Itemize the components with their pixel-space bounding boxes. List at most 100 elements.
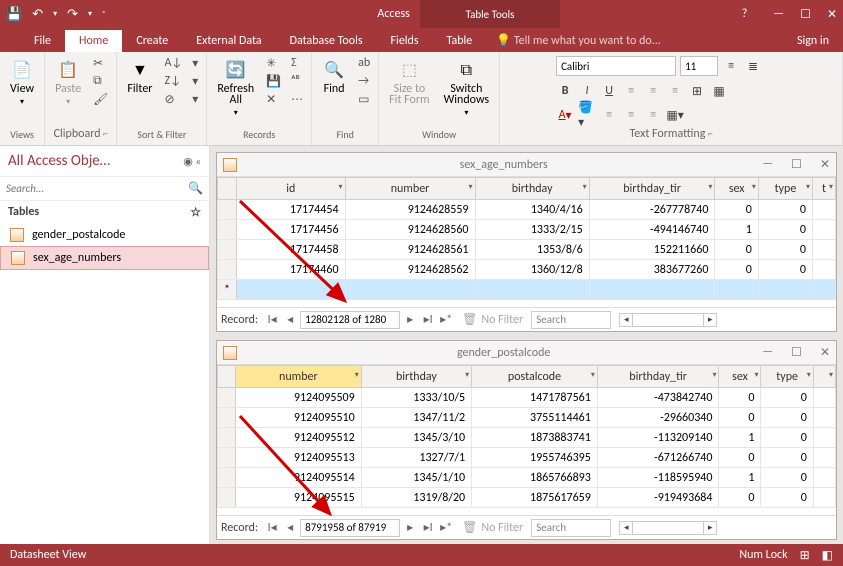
nav-last-icon[interactable]: ▸I bbox=[420, 520, 436, 535]
filter-indicator[interactable]: 🗑 No Filter bbox=[462, 520, 523, 535]
spelling-icon[interactable]: ᴬᴮ bbox=[289, 74, 305, 90]
align-left2-icon[interactable]: ≡ bbox=[600, 106, 618, 124]
table-cell[interactable]: 9124628560 bbox=[345, 220, 475, 240]
table-cell[interactable]: 0 bbox=[761, 408, 813, 428]
table-cell[interactable]: 17174454 bbox=[236, 200, 345, 220]
toggle-filter-icon[interactable]: ▾ bbox=[190, 92, 200, 108]
table-row[interactable]: 91240955141345/1/101865766893-1185959401… bbox=[218, 468, 836, 488]
qat-redo-icon[interactable]: ↷ bbox=[67, 7, 78, 22]
scroll-right-icon[interactable]: ▸ bbox=[703, 313, 717, 327]
tell-me-search[interactable]: 💡 Tell me what you want to do... bbox=[486, 29, 671, 52]
table-cell[interactable]: 9124095509 bbox=[236, 388, 362, 408]
tab-database-tools[interactable]: Database Tools bbox=[276, 30, 377, 52]
sub-min-icon[interactable]: — bbox=[762, 345, 773, 360]
align-center-icon[interactable]: ≡ bbox=[644, 82, 662, 100]
align-left-icon[interactable]: ≡ bbox=[622, 82, 640, 100]
nav-section-tables[interactable]: Tables☆ bbox=[0, 201, 209, 224]
nav-prev-icon[interactable]: ◂ bbox=[282, 520, 298, 535]
table-cell[interactable]: 1327/7/1 bbox=[361, 448, 471, 468]
column-header[interactable]: ▾ bbox=[813, 366, 835, 388]
table-cell[interactable]: 1 bbox=[715, 220, 758, 240]
table-cell[interactable] bbox=[813, 468, 835, 488]
table-cell[interactable] bbox=[813, 408, 835, 428]
sign-in-link[interactable]: Sign in bbox=[783, 30, 843, 52]
table-row[interactable]: 1717445891246285611353/8/615221166000 bbox=[218, 240, 836, 260]
nav-first-icon[interactable]: I◂ bbox=[264, 520, 280, 535]
refresh-all-button[interactable]: 🔄Refresh All▾ bbox=[213, 56, 258, 121]
numbering-icon[interactable]: ≣ bbox=[744, 57, 762, 75]
font-color-icon[interactable]: A▾ bbox=[556, 106, 574, 124]
table-cell[interactable]: 9124628561 bbox=[345, 240, 475, 260]
qat-save-icon[interactable]: 💾 bbox=[6, 7, 22, 22]
bullets-icon[interactable]: ≡ bbox=[722, 57, 740, 75]
copy-icon[interactable]: ⧉ bbox=[91, 74, 110, 90]
nav-new-icon[interactable]: ▸* bbox=[438, 312, 454, 327]
table-cell[interactable]: 9124095510 bbox=[236, 408, 362, 428]
hscroll-track[interactable] bbox=[633, 521, 703, 535]
table-cell[interactable]: 17174460 bbox=[236, 260, 345, 280]
italic-icon[interactable]: I bbox=[578, 82, 596, 100]
table-cell[interactable]: -671266740 bbox=[597, 448, 719, 468]
data-grid[interactable]: number▾birthday▾postalcode▾birthday_tir▾… bbox=[217, 365, 836, 515]
view-design-icon[interactable]: ◧ bbox=[822, 548, 833, 563]
table-cell[interactable]: 0 bbox=[715, 240, 758, 260]
tab-home[interactable]: Home bbox=[65, 30, 122, 52]
tab-create[interactable]: Create bbox=[122, 30, 182, 52]
sort-desc-icon[interactable]: Z↓ bbox=[162, 74, 184, 90]
tab-external-data[interactable]: External Data bbox=[182, 30, 275, 52]
column-header[interactable]: number▾ bbox=[345, 178, 475, 200]
fill-color-icon[interactable]: 🪣▾ bbox=[578, 106, 596, 124]
nav-search-input[interactable] bbox=[6, 182, 188, 195]
table-row[interactable]: 1717445691246285601333/2/15-49414674010 bbox=[218, 220, 836, 240]
table-cell[interactable]: 9124628562 bbox=[345, 260, 475, 280]
qat-undo-icon[interactable]: ↶ bbox=[32, 7, 43, 22]
nav-pane-dropdown-icon[interactable]: ◉ « bbox=[183, 155, 201, 168]
table-cell[interactable]: 1347/11/2 bbox=[361, 408, 471, 428]
table-cell[interactable]: 383677260 bbox=[589, 260, 715, 280]
column-header[interactable]: birthday_tir▾ bbox=[597, 366, 719, 388]
column-header[interactable]: birthday▾ bbox=[475, 178, 589, 200]
table-cell[interactable] bbox=[813, 428, 835, 448]
close-button[interactable]: ✕ bbox=[827, 7, 837, 22]
font-name-input[interactable] bbox=[556, 56, 676, 76]
table-cell[interactable]: 0 bbox=[719, 408, 761, 428]
table-cell[interactable]: -118595940 bbox=[597, 468, 719, 488]
table-cell[interactable]: 1333/2/15 bbox=[475, 220, 589, 240]
table-row[interactable]: 91240955101347/11/23755114461-2966034000 bbox=[218, 408, 836, 428]
table-cell[interactable]: 0 bbox=[758, 220, 812, 240]
switch-windows-button[interactable]: ⧉Switch Windows▾ bbox=[440, 56, 494, 121]
sub-max-icon[interactable]: ☐ bbox=[791, 345, 802, 360]
table-cell[interactable]: 1875617659 bbox=[472, 488, 598, 508]
table-cell[interactable] bbox=[813, 448, 835, 468]
nav-prev-icon[interactable]: ◂ bbox=[282, 312, 298, 327]
table-cell[interactable]: 0 bbox=[758, 260, 812, 280]
search-icon[interactable]: 🔍 bbox=[188, 181, 203, 196]
delete-record-icon[interactable]: ✕ bbox=[264, 92, 283, 108]
table-cell[interactable]: -29660340 bbox=[597, 408, 719, 428]
table-cell[interactable] bbox=[813, 260, 836, 280]
table-cell[interactable]: 9124095512 bbox=[236, 428, 362, 448]
table-cell[interactable]: 0 bbox=[761, 428, 813, 448]
column-header[interactable]: type▾ bbox=[758, 178, 812, 200]
table-cell[interactable] bbox=[813, 240, 836, 260]
help-button[interactable]: ? bbox=[742, 7, 748, 22]
table-cell[interactable]: 0 bbox=[719, 448, 761, 468]
data-grid[interactable]: id▾number▾birthday▾birthday_tir▾sex▾type… bbox=[217, 177, 836, 307]
table-cell[interactable]: 17174458 bbox=[236, 240, 345, 260]
font-size-input[interactable] bbox=[680, 56, 718, 76]
table-cell[interactable]: 1 bbox=[719, 428, 761, 448]
sub-max-icon[interactable]: ☐ bbox=[791, 157, 802, 172]
scroll-left-icon[interactable]: ◂ bbox=[619, 521, 633, 535]
table-cell[interactable] bbox=[813, 488, 835, 508]
align-right-icon[interactable]: ≡ bbox=[666, 82, 684, 100]
table-cell[interactable]: 0 bbox=[758, 200, 812, 220]
selection-icon[interactable]: ▾ bbox=[190, 56, 200, 72]
view-button[interactable]: 📄View▾ bbox=[6, 56, 38, 110]
paste-button[interactable]: 📋Paste▾ bbox=[51, 56, 85, 110]
gridlines-icon[interactable]: ⊞ bbox=[688, 82, 706, 100]
table-cell[interactable]: 1319/8/20 bbox=[361, 488, 471, 508]
alternate-row-icon[interactable]: ▦ bbox=[710, 82, 728, 100]
maximize-button[interactable]: ☐ bbox=[800, 7, 811, 22]
table-cell[interactable]: 0 bbox=[761, 388, 813, 408]
table-cell[interactable]: 9124095514 bbox=[236, 468, 362, 488]
